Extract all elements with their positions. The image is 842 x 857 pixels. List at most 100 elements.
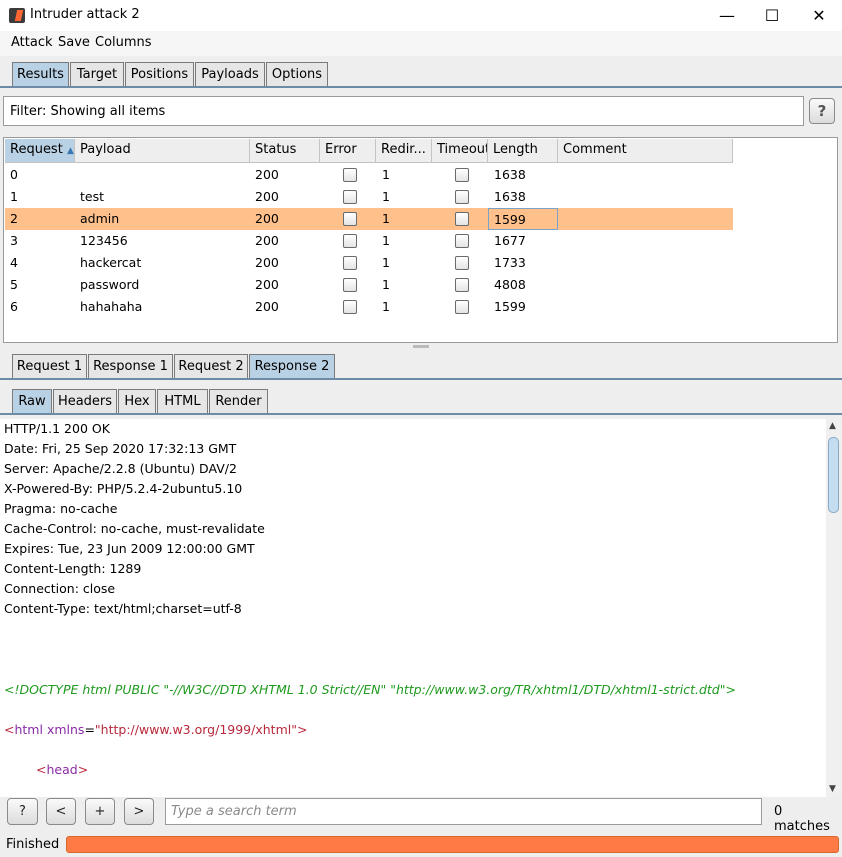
match-count: 0 matches: [774, 804, 830, 834]
minimize-button[interactable]: —: [704, 0, 750, 31]
error-checkbox[interactable]: [343, 190, 357, 204]
table-row[interactable]: 6 hahahaha 200 1 1599: [5, 296, 733, 318]
timeout-checkbox[interactable]: [455, 168, 469, 182]
cell-status: 200: [255, 299, 279, 314]
filter-help-button[interactable]: ?: [809, 98, 835, 124]
column-header-request[interactable]: Request ▲: [5, 139, 75, 163]
tab-target[interactable]: Target: [70, 62, 124, 86]
status-label: Finished: [6, 837, 60, 852]
search-next-button[interactable]: >: [124, 798, 154, 825]
cell-length: 1599: [488, 208, 558, 230]
column-header-comment[interactable]: Comment: [558, 139, 733, 163]
cell-payload: hackercat: [80, 255, 142, 270]
response-header-line: X-Powered-By: PHP/5.2.4-2ubuntu5.10: [4, 481, 243, 496]
html-tag-line: <html xmlns="http://www.w3.org/1999/xhtm…: [4, 722, 308, 737]
raw-response-text[interactable]: HTTP/1.1 200 OK Date: Fri, 25 Sep 2020 17…: [0, 419, 826, 797]
error-checkbox[interactable]: [343, 168, 357, 182]
split-pane-handle[interactable]: [413, 345, 429, 348]
cell-request: 3: [10, 233, 18, 248]
cell-redirects: 1: [382, 233, 390, 248]
cell-request: 6: [10, 299, 18, 314]
table-row[interactable]: 5 password 200 1 4808: [5, 274, 733, 296]
error-checkbox[interactable]: [343, 256, 357, 270]
cell-request: 5: [10, 277, 18, 292]
cell-request: 0: [10, 167, 18, 182]
response-header-line: Pragma: no-cache: [4, 501, 118, 516]
progress-bar: [66, 836, 839, 853]
cell-status: 200: [255, 211, 279, 226]
tab-hex[interactable]: Hex: [118, 389, 156, 413]
scroll-up-icon[interactable]: ▲: [829, 421, 836, 431]
timeout-checkbox[interactable]: [455, 256, 469, 270]
cell-length: 1677: [494, 233, 526, 248]
column-header-error[interactable]: Error: [320, 139, 376, 163]
tab-options[interactable]: Options: [266, 62, 328, 86]
column-header-payload[interactable]: Payload: [75, 139, 250, 163]
timeout-checkbox[interactable]: [455, 190, 469, 204]
tab-headers[interactable]: Headers: [53, 389, 117, 413]
search-add-button[interactable]: +: [85, 798, 115, 825]
cell-payload: admin: [80, 211, 120, 226]
menu-attack[interactable]: Attack: [11, 35, 53, 50]
cell-status: 200: [255, 255, 279, 270]
scroll-down-icon[interactable]: ▼: [829, 784, 836, 794]
cell-redirects: 1: [382, 255, 390, 270]
response-header-line: Content-Type: text/html;charset=utf-8: [4, 601, 242, 616]
tab-payloads[interactable]: Payloads: [195, 62, 265, 86]
cell-status: 200: [255, 277, 279, 292]
close-button[interactable]: ✕: [796, 0, 842, 31]
cell-redirects: 1: [382, 277, 390, 292]
table-row[interactable]: 2 admin 200 1 1599: [5, 208, 733, 230]
search-previous-button[interactable]: <: [46, 798, 76, 825]
tab-raw[interactable]: Raw: [12, 389, 52, 413]
doctype-line: <!DOCTYPE html PUBLIC "-//W3C//DTD XHTML…: [4, 682, 736, 697]
table-row[interactable]: 3 123456 200 1 1677: [5, 230, 733, 252]
timeout-checkbox[interactable]: [455, 278, 469, 292]
tab-render[interactable]: Render: [209, 389, 268, 413]
cell-length: 1599: [494, 299, 526, 314]
maximize-button[interactable]: ☐: [749, 0, 795, 31]
response-header-line: Connection: close: [4, 581, 116, 596]
error-checkbox[interactable]: [343, 234, 357, 248]
error-checkbox[interactable]: [343, 300, 357, 314]
scrollbar-thumb[interactable]: [828, 437, 839, 513]
timeout-checkbox[interactable]: [455, 212, 469, 226]
view-divider: [0, 413, 842, 415]
tab-request-2[interactable]: Request 2: [174, 354, 248, 378]
cell-status: 200: [255, 189, 279, 204]
column-header-status[interactable]: Status: [250, 139, 320, 163]
menu-save[interactable]: Save: [58, 35, 90, 50]
cell-length: 4808: [494, 277, 526, 292]
column-header-timeout[interactable]: Timeout: [432, 139, 488, 163]
error-checkbox[interactable]: [343, 212, 357, 226]
search-input[interactable]: [165, 798, 762, 825]
timeout-checkbox[interactable]: [455, 234, 469, 248]
tab-response-1[interactable]: Response 1: [88, 354, 173, 378]
head-tag-line: <head>: [36, 762, 89, 777]
cell-payload: test: [80, 189, 105, 204]
reqres-divider: [0, 378, 842, 380]
menu-columns[interactable]: Columns: [95, 35, 152, 50]
tab-results[interactable]: Results: [12, 62, 69, 86]
tab-request-1[interactable]: Request 1: [12, 354, 87, 378]
cell-request: 1: [10, 189, 18, 204]
column-header-length[interactable]: Length: [488, 139, 558, 163]
tab-positions[interactable]: Positions: [125, 62, 194, 86]
cell-redirects: 1: [382, 211, 390, 226]
cell-status: 200: [255, 167, 279, 182]
column-header-redirects[interactable]: Redir...: [376, 139, 432, 163]
sort-ascending-icon: ▲: [66, 146, 74, 156]
tab-html[interactable]: HTML: [157, 389, 208, 413]
cell-request: 2: [10, 211, 18, 226]
cell-length: 1638: [494, 189, 526, 204]
response-header-line: HTTP/1.1 200 OK: [4, 421, 110, 436]
table-row[interactable]: 0 200 1 1638: [5, 164, 733, 186]
timeout-checkbox[interactable]: [455, 300, 469, 314]
table-row[interactable]: 4 hackercat 200 1 1733: [5, 252, 733, 274]
error-checkbox[interactable]: [343, 278, 357, 292]
window-title: Intruder attack 2: [30, 7, 140, 22]
tab-response-2[interactable]: Response 2: [249, 354, 335, 378]
table-row[interactable]: 1 test 200 1 1638: [5, 186, 733, 208]
search-help-button[interactable]: ?: [7, 798, 38, 825]
cell-status: 200: [255, 233, 279, 248]
